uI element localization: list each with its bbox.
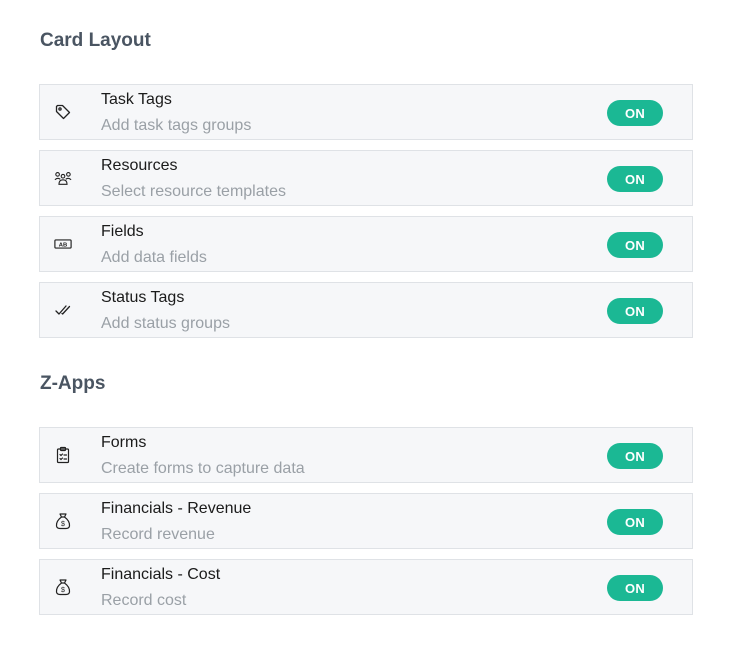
money-bag-icon: $ <box>54 578 72 596</box>
fields-toggle[interactable]: ON <box>607 232 663 258</box>
row-description: Record revenue <box>101 526 215 543</box>
double-check-icon <box>54 301 72 319</box>
setting-row-status-tags: Status Tags Add status groups ON <box>39 282 693 338</box>
fields-ab-icon: AB <box>54 235 72 253</box>
row-name: Financials - Cost <box>101 566 221 583</box>
people-icon <box>54 169 72 187</box>
financials-cost-toggle[interactable]: ON <box>607 575 663 601</box>
row-name: Financials - Revenue <box>101 500 252 517</box>
row-name: Task Tags <box>101 91 172 108</box>
clipboard-form-icon <box>54 446 72 464</box>
card-layout-list: Task Tags Add task tags groups ON Resour… <box>39 84 693 348</box>
forms-toggle[interactable]: ON <box>607 443 663 469</box>
row-description: Add task tags groups <box>101 117 252 134</box>
row-name: Forms <box>101 434 147 451</box>
resources-toggle[interactable]: ON <box>607 166 663 192</box>
setting-row-resources: Resources Select resource templates ON <box>39 150 693 206</box>
z-apps-list: Forms Create forms to capture data ON $ … <box>39 427 693 625</box>
row-name: Status Tags <box>101 289 185 306</box>
tag-icon <box>54 103 72 121</box>
svg-text:$: $ <box>61 521 65 528</box>
row-description: Select resource templates <box>101 183 286 200</box>
status-tags-toggle[interactable]: ON <box>607 298 663 324</box>
row-description: Record cost <box>101 592 187 609</box>
setting-row-financials-cost: $ Financials - Cost Record cost ON <box>39 559 693 615</box>
row-description: Add status groups <box>101 315 230 332</box>
row-name: Resources <box>101 157 178 174</box>
row-name: Fields <box>101 223 144 240</box>
financials-revenue-toggle[interactable]: ON <box>607 509 663 535</box>
money-bag-icon: $ <box>54 512 72 530</box>
setting-row-task-tags: Task Tags Add task tags groups ON <box>39 84 693 140</box>
svg-text:$: $ <box>61 587 65 594</box>
task-tags-toggle[interactable]: ON <box>607 100 663 126</box>
setting-row-forms: Forms Create forms to capture data ON <box>39 427 693 483</box>
setting-row-fields: AB Fields Add data fields ON <box>39 216 693 272</box>
setting-row-financials-revenue: $ Financials - Revenue Record revenue ON <box>39 493 693 549</box>
row-description: Create forms to capture data <box>101 460 305 477</box>
svg-text:AB: AB <box>59 242 67 248</box>
row-description: Add data fields <box>101 249 207 266</box>
section-title-z-apps: Z-Apps <box>40 373 106 394</box>
section-title-card-layout: Card Layout <box>40 30 151 51</box>
